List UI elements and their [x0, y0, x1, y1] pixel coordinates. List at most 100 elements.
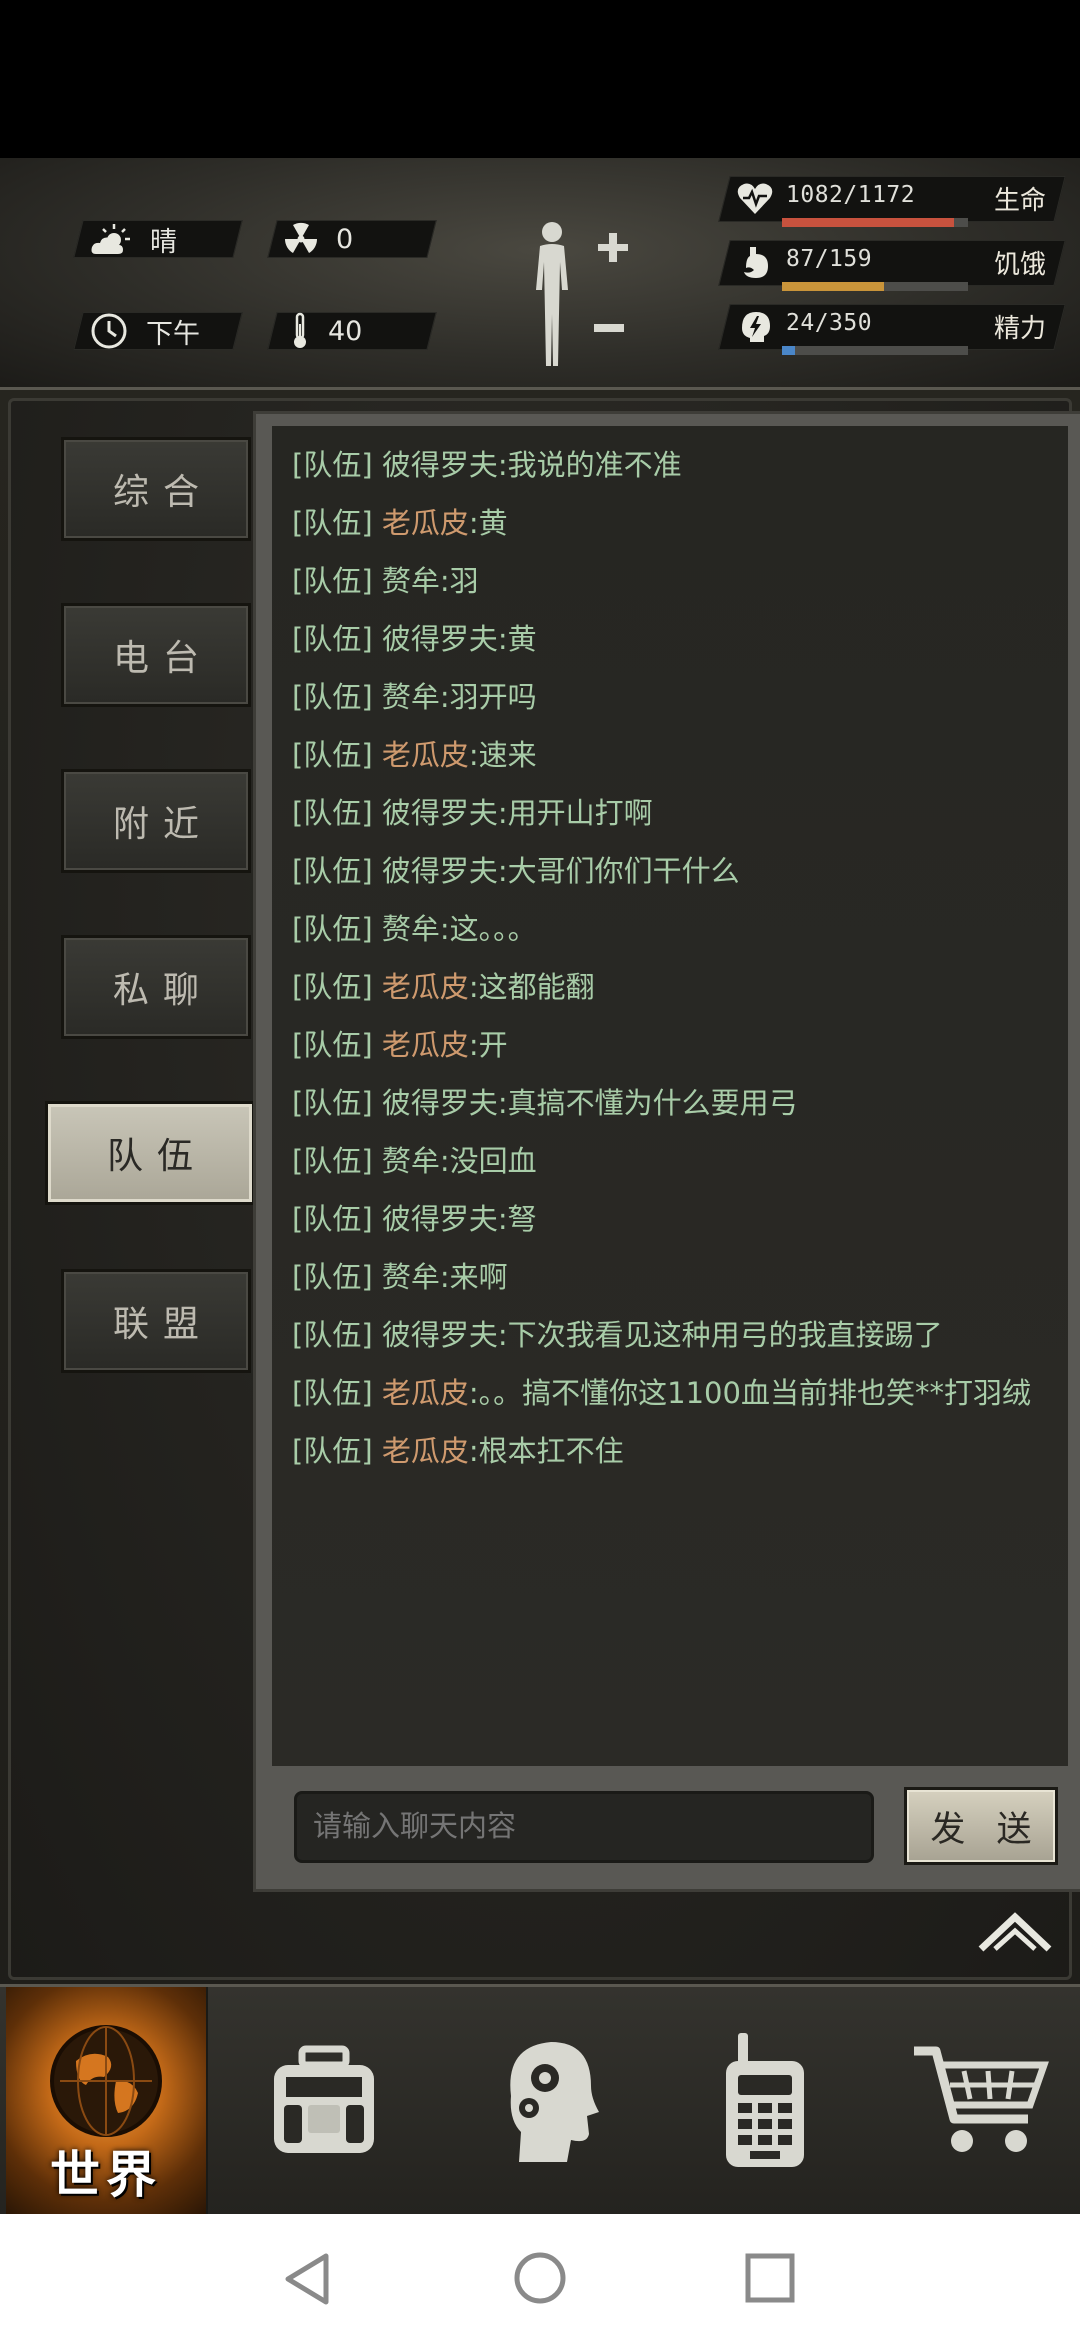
chat-message: [队伍] 彼得罗夫:我说的准不准 — [292, 446, 682, 484]
message-sender[interactable]: 彼得罗夫 — [382, 796, 498, 830]
stomach-icon — [744, 247, 768, 278]
message-sender[interactable]: 赘牟 — [382, 1260, 440, 1294]
message-text: :大哥们你们干什么 — [497, 854, 740, 888]
shop-cart-icon — [914, 2046, 1049, 2152]
chat-message: [队伍] 赘牟:羽开吗 — [292, 678, 537, 716]
message-text: :开 — [468, 1028, 508, 1062]
energy-bar — [782, 346, 968, 355]
nav-backpack-button[interactable] — [240, 1987, 408, 2214]
message-sender[interactable]: 彼得罗夫 — [382, 1318, 498, 1352]
message-sender[interactable]: 彼得罗夫 — [382, 854, 498, 888]
hud-panel: 晴 0 下午 40 1082/1172 生命 87/159 饥饿 24/350 … — [0, 158, 1080, 390]
nav-radio-button[interactable] — [700, 1987, 830, 2214]
tab-team[interactable]: 队伍 — [45, 1101, 255, 1205]
health-bar — [782, 218, 968, 227]
message-channel: [队伍] — [292, 1202, 373, 1236]
message-sender[interactable]: 彼得罗夫 — [382, 622, 498, 656]
message-text: :下次我看见这种用弓的我直接踢了 — [497, 1318, 943, 1352]
hunger-bar — [782, 282, 968, 291]
chat-message: [队伍] 老瓜皮:黄 — [292, 504, 508, 542]
message-text: :来啊 — [439, 1260, 508, 1294]
message-text: :我说的准不准 — [497, 448, 682, 482]
chat-message-list[interactable]: [队伍] 彼得罗夫:我说的准不准 [队伍] 老瓜皮:黄 [队伍] 赘牟:羽 [队伍] … — [272, 426, 1068, 1766]
message-sender[interactable]: 赘牟 — [382, 912, 440, 946]
collapse-chevron-icon[interactable] — [977, 1909, 1053, 1955]
nav-world-button[interactable]: 世界 — [6, 1987, 208, 2214]
message-sender[interactable]: 老瓜皮 — [382, 970, 469, 1004]
send-button[interactable]: 发 送 — [904, 1787, 1058, 1865]
message-text: :真搞不懂为什么要用弓 — [497, 1086, 798, 1120]
radiation-chip: 0 — [284, 220, 353, 258]
message-channel: [队伍] — [292, 506, 373, 540]
health-bar-fill — [782, 218, 954, 227]
message-sender[interactable]: 赘牟 — [382, 1144, 440, 1178]
message-sender[interactable]: 老瓜皮 — [382, 1434, 469, 1468]
chat-input[interactable] — [294, 1791, 874, 1863]
tab-general[interactable]: 综合 — [61, 437, 251, 541]
weather-chip: 晴 — [90, 220, 177, 258]
back-icon[interactable] — [282, 2252, 332, 2306]
message-text: :用开山打啊 — [497, 796, 653, 830]
message-sender[interactable]: 彼得罗夫 — [382, 1202, 498, 1236]
tab-alliance[interactable]: 联盟 — [61, 1269, 251, 1373]
chat-panel-frame: 综合 电台 附近 私聊 队伍 联盟 [队伍] 彼得罗夫:我说的准不准 [队伍] 老… — [8, 398, 1080, 1980]
message-text: :速来 — [468, 738, 537, 772]
chat-message: [队伍] 赘牟:这。。。 — [292, 910, 537, 948]
cloud-sun-icon — [91, 224, 130, 254]
message-text: :羽开吗 — [439, 680, 537, 714]
chat-message: [队伍] 赘牟:羽 — [292, 562, 479, 600]
time-of-day-text: 下午 — [146, 318, 200, 350]
chat-message: [队伍] 老瓜皮:速来 — [292, 736, 537, 774]
recents-icon[interactable] — [744, 2252, 796, 2304]
message-channel: [队伍] — [292, 1144, 373, 1178]
message-sender[interactable]: 老瓜皮 — [382, 738, 469, 772]
message-channel: [队伍] — [292, 912, 373, 946]
message-channel: [队伍] — [292, 1260, 373, 1294]
character-body-button[interactable] — [520, 218, 630, 368]
message-sender[interactable]: 赘牟 — [382, 680, 440, 714]
message-sender[interactable]: 彼得罗夫 — [382, 1086, 498, 1120]
hunger-label: 饥饿 — [994, 250, 1047, 280]
message-sender[interactable]: 彼得罗夫 — [382, 448, 498, 482]
chat-message: [队伍] 彼得罗夫:大哥们你们干什么 — [292, 852, 740, 890]
message-text: :没回血 — [439, 1144, 537, 1178]
heart-icon — [737, 183, 773, 214]
message-sender[interactable]: 老瓜皮 — [382, 1028, 469, 1062]
radio-phone-icon — [726, 2032, 804, 2167]
message-channel: [队伍] — [292, 1376, 373, 1410]
chat-message: [队伍] 老瓜皮:。。搞不懂你这1100血当前排也笑**打羽绒 — [292, 1374, 1031, 1412]
clock-icon — [91, 313, 127, 349]
radiation-value: 0 — [336, 223, 354, 255]
thermometer-icon — [294, 312, 306, 348]
chat-message: [队伍] 赘牟:没回血 — [292, 1142, 537, 1180]
message-channel: [队伍] — [292, 1028, 373, 1062]
message-text: :黄 — [497, 622, 537, 656]
message-sender[interactable]: 赘牟 — [382, 564, 440, 598]
home-icon[interactable] — [512, 2250, 568, 2306]
nav-world-label: 世界 — [50, 2146, 162, 2204]
tab-nearby[interactable]: 附近 — [61, 769, 251, 873]
energy-value: 24/350 — [786, 310, 873, 336]
chat-message: [队伍] 彼得罗夫:弩 — [292, 1200, 537, 1238]
message-text: :弩 — [497, 1202, 537, 1236]
backpack-icon — [274, 2045, 374, 2153]
skills-head-icon — [510, 2041, 599, 2162]
tab-private[interactable]: 私聊 — [61, 935, 251, 1039]
message-text: :这都能翻 — [468, 970, 595, 1004]
chat-message: [队伍] 彼得罗夫:真搞不懂为什么要用弓 — [292, 1084, 798, 1122]
message-text: :黄 — [468, 506, 508, 540]
hunger-bar-fill — [782, 282, 884, 291]
chat-message: [队伍] 老瓜皮:根本扛不住 — [292, 1432, 624, 1470]
tab-radio[interactable]: 电台 — [61, 603, 251, 707]
chat-screen: 综合 电台 附近 私聊 队伍 联盟 [队伍] 彼得罗夫:我说的准不准 [队伍] 老… — [0, 390, 1080, 1984]
radiation-icon — [284, 222, 318, 253]
message-sender[interactable]: 老瓜皮 — [382, 506, 469, 540]
message-text: :这。。。 — [439, 912, 537, 946]
energy-bar-fill — [782, 346, 795, 355]
message-text: :。。搞不懂你这1100血当前排也笑**打羽绒 — [468, 1376, 1031, 1410]
health-label: 生命 — [994, 186, 1047, 216]
nav-skills-button[interactable] — [462, 1987, 630, 2214]
message-channel: [队伍] — [292, 796, 373, 830]
nav-shop-button[interactable] — [900, 1987, 1060, 2214]
message-sender[interactable]: 老瓜皮 — [382, 1376, 469, 1410]
